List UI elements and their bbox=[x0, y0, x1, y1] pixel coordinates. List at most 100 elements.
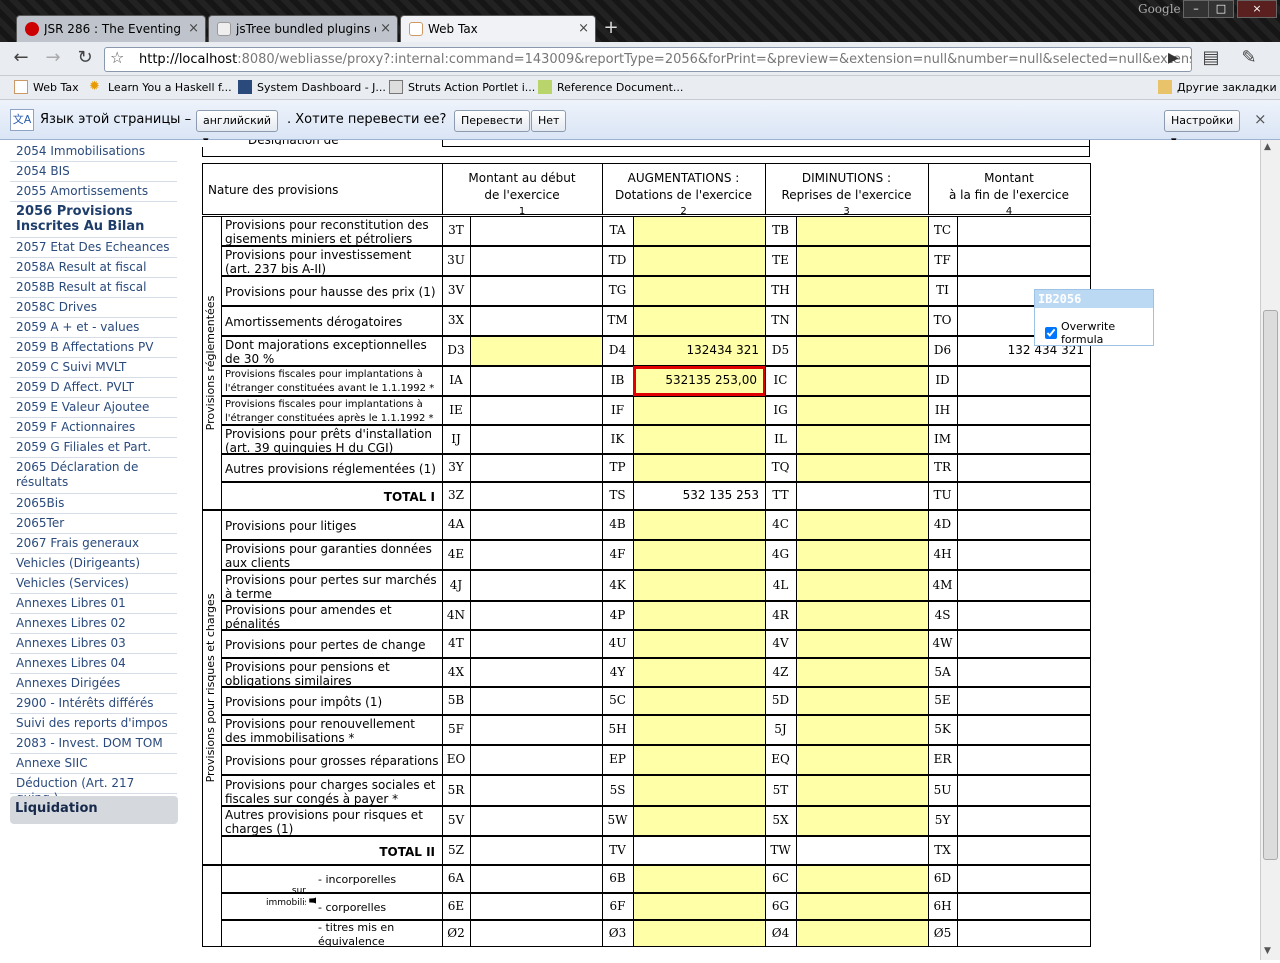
value-input[interactable] bbox=[796, 893, 929, 920]
value-input[interactable] bbox=[633, 745, 766, 775]
value-input[interactable] bbox=[796, 540, 929, 570]
value-input[interactable] bbox=[633, 836, 766, 865]
sidebar-item[interactable]: 2065Bis bbox=[10, 494, 177, 514]
value-input[interactable] bbox=[796, 396, 929, 425]
value-input[interactable] bbox=[796, 306, 929, 336]
value-text[interactable]: 532 135 253 bbox=[637, 488, 759, 502]
close-icon[interactable]: × bbox=[1254, 110, 1267, 128]
value-input[interactable] bbox=[957, 216, 1091, 246]
sidebar-item[interactable]: 2059 D Affect. PVLT bbox=[10, 378, 177, 398]
value-input[interactable] bbox=[796, 276, 929, 306]
sidebar-item[interactable]: 2054 Immobilisations bbox=[10, 142, 177, 162]
value-input[interactable] bbox=[470, 715, 603, 745]
value-input[interactable] bbox=[633, 425, 766, 454]
value-input[interactable] bbox=[957, 540, 1091, 570]
value-input[interactable] bbox=[796, 601, 929, 630]
close-icon[interactable]: × bbox=[380, 21, 391, 36]
sidebar-item[interactable]: 2058A Result at fiscal bbox=[10, 258, 177, 278]
value-input[interactable] bbox=[633, 687, 766, 715]
vertical-scrollbar[interactable]: ▲ ▼ bbox=[1260, 140, 1280, 960]
sidebar-item[interactable]: Annexes Libres 04 bbox=[10, 654, 177, 674]
sidebar-item[interactable]: Suivi des reports d'impos bbox=[10, 714, 177, 734]
sidebar-item[interactable]: 2056 Provisions Inscrites Au Bilan bbox=[10, 202, 177, 238]
value-input[interactable] bbox=[633, 893, 766, 920]
value-input[interactable] bbox=[957, 246, 1091, 276]
value-input[interactable] bbox=[957, 893, 1091, 920]
value-input[interactable] bbox=[796, 658, 929, 687]
page-menu-icon[interactable]: ▤ bbox=[1198, 47, 1224, 71]
close-icon[interactable]: × bbox=[188, 21, 199, 36]
sidebar-item[interactable]: Annexes Libres 02 bbox=[10, 614, 177, 634]
value-input[interactable] bbox=[470, 806, 603, 836]
sidebar-liquidation[interactable]: Liquidation bbox=[10, 796, 178, 824]
value-input[interactable] bbox=[633, 715, 766, 745]
scroll-up-icon[interactable]: ▲ bbox=[1264, 142, 1271, 152]
bookmark-system-dashboard[interactable]: System Dashboard - J... bbox=[238, 80, 386, 94]
value-input[interactable] bbox=[470, 893, 603, 920]
value-input[interactable] bbox=[796, 216, 929, 246]
value-input[interactable] bbox=[957, 687, 1091, 715]
value-input[interactable] bbox=[796, 806, 929, 836]
value-input[interactable] bbox=[470, 687, 603, 715]
sidebar-item[interactable]: Annexes Dirigées bbox=[10, 674, 177, 694]
value-input[interactable] bbox=[796, 687, 929, 715]
value-input[interactable] bbox=[633, 540, 766, 570]
value-input[interactable] bbox=[796, 246, 929, 276]
sidebar-item[interactable]: 2059 A + et - values bbox=[10, 318, 177, 338]
scrollbar-thumb[interactable] bbox=[1263, 310, 1278, 860]
value-input[interactable] bbox=[470, 775, 603, 806]
language-select[interactable]: английский ▾ bbox=[196, 110, 278, 147]
value-input[interactable] bbox=[796, 715, 929, 745]
value-text[interactable]: 532135 253,00 bbox=[637, 373, 757, 387]
address-bar[interactable]: http://localhost:8080/webliasse/proxy?:i… bbox=[104, 47, 1192, 72]
value-input[interactable] bbox=[470, 276, 603, 306]
tab-jstree[interactable]: jsTree bundled plugins doc... × bbox=[208, 15, 398, 42]
value-input[interactable] bbox=[796, 570, 929, 601]
overwrite-formula-option[interactable]: Overwrite formula bbox=[1045, 320, 1153, 346]
value-input[interactable] bbox=[470, 601, 603, 630]
maximize-button[interactable]: □ bbox=[1208, 0, 1234, 18]
value-input[interactable] bbox=[957, 510, 1091, 540]
value-input[interactable] bbox=[633, 216, 766, 246]
back-button[interactable]: ← bbox=[8, 47, 34, 71]
bookmark-web-tax[interactable]: Web Tax bbox=[14, 80, 79, 94]
star-icon[interactable]: ☆ bbox=[110, 48, 124, 67]
value-input[interactable] bbox=[633, 570, 766, 601]
value-input[interactable] bbox=[633, 806, 766, 836]
value-input[interactable] bbox=[633, 510, 766, 540]
value-input[interactable] bbox=[796, 775, 929, 806]
value-input[interactable] bbox=[957, 366, 1091, 396]
sidebar-item[interactable]: Vehicles (Services) bbox=[10, 574, 177, 594]
tab-web-tax[interactable]: Web Tax × bbox=[400, 15, 596, 42]
sidebar-item[interactable]: 2059 F Actionnaires bbox=[10, 418, 177, 438]
bookmark-reference[interactable]: Reference Document... bbox=[538, 80, 683, 94]
sidebar-item[interactable]: 2059 E Valeur Ajoutee bbox=[10, 398, 177, 418]
new-tab-button[interactable]: + bbox=[598, 19, 624, 39]
translate-settings-button[interactable]: Настройки ▾ bbox=[1164, 110, 1240, 147]
sidebar-item[interactable]: Vehicles (Dirigeants) bbox=[10, 554, 177, 574]
sidebar-item[interactable]: 2059 G Filiales et Part. bbox=[10, 438, 177, 458]
value-input[interactable] bbox=[633, 658, 766, 687]
value-input[interactable] bbox=[633, 396, 766, 425]
reload-button[interactable]: ↻ bbox=[72, 47, 98, 71]
sidebar-item[interactable]: 2059 C Suivi MVLT bbox=[10, 358, 177, 378]
value-input[interactable] bbox=[470, 920, 603, 947]
value-input[interactable] bbox=[633, 454, 766, 482]
value-input[interactable] bbox=[796, 865, 929, 893]
value-input[interactable] bbox=[470, 482, 603, 510]
overwrite-formula-checkbox[interactable] bbox=[1045, 327, 1057, 339]
value-input[interactable] bbox=[957, 601, 1091, 630]
value-input[interactable] bbox=[957, 658, 1091, 687]
sidebar-item[interactable]: Annexes Libres 03 bbox=[10, 634, 177, 654]
value-text[interactable]: 132434 321 bbox=[637, 343, 759, 357]
value-input[interactable] bbox=[957, 865, 1091, 893]
bookmark-other[interactable]: Другие закладки bbox=[1158, 80, 1277, 94]
sidebar-item[interactable]: Annexe SIIC bbox=[10, 754, 177, 774]
value-input[interactable] bbox=[470, 336, 603, 366]
sidebar-item[interactable]: 2083 - Invest. DOM TOM bbox=[10, 734, 177, 754]
scroll-down-icon[interactable]: ▼ bbox=[1264, 946, 1271, 956]
value-input[interactable] bbox=[470, 366, 603, 396]
value-input[interactable] bbox=[470, 658, 603, 687]
bookmark-haskell[interactable]: ✹ Learn You a Haskell f... bbox=[89, 80, 232, 94]
value-input[interactable] bbox=[470, 425, 603, 454]
